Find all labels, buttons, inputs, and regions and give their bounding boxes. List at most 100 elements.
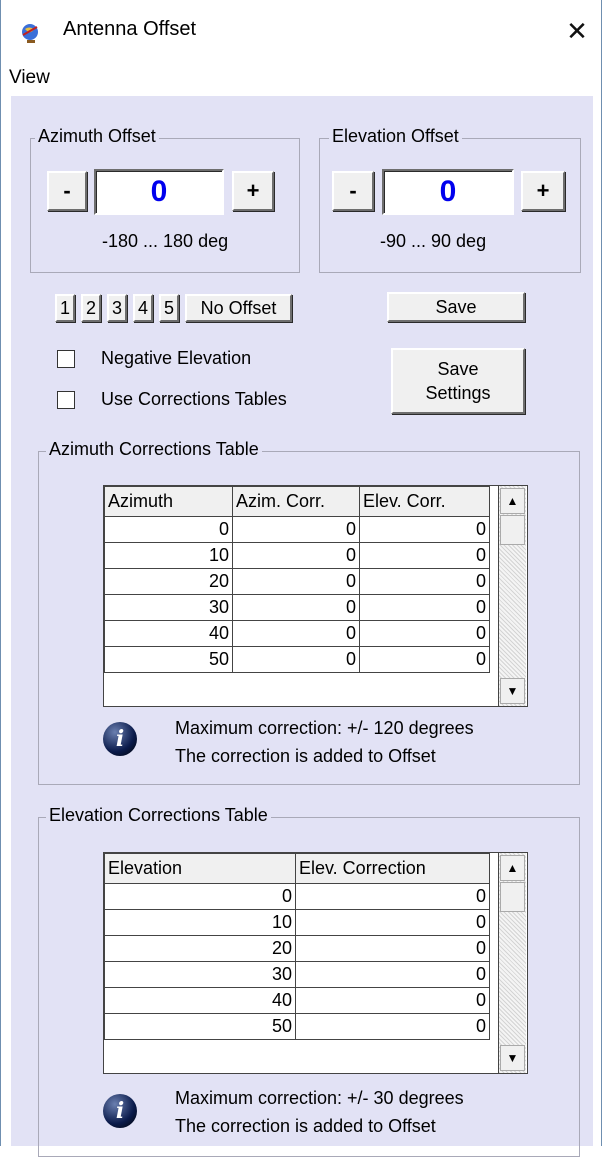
scroll-down-button[interactable]: ▼ bbox=[500, 678, 525, 704]
table-cell[interactable]: 0 bbox=[232, 568, 360, 595]
preset-2-button[interactable]: 2 bbox=[81, 294, 101, 322]
table-cell[interactable]: 0 bbox=[295, 1013, 490, 1040]
save-settings-button[interactable]: Save Settings bbox=[391, 348, 525, 414]
scroll-up-button[interactable]: ▲ bbox=[500, 855, 525, 881]
scroll-thumb[interactable] bbox=[500, 515, 525, 545]
save-button[interactable]: Save bbox=[387, 292, 525, 322]
use-corrections-tables-checkbox[interactable] bbox=[57, 391, 75, 409]
elevation-corrections-group: Elevation Corrections Table Elevation El… bbox=[38, 805, 580, 1157]
elevation-corrections-table: Elevation Elev. Correction 00 10 0 20 0 30… bbox=[104, 853, 490, 1040]
elevation-increment-button[interactable]: + bbox=[521, 171, 565, 211]
table-cell[interactable]: 0 bbox=[359, 594, 490, 621]
table-row[interactable]: 30 0 bbox=[104, 961, 490, 988]
info-icon: i bbox=[103, 722, 137, 756]
title-bar[interactable]: Antenna Offset ✕ bbox=[1, 0, 601, 62]
azimuth-decrement-button[interactable]: - bbox=[47, 171, 87, 211]
azimuth-value-field[interactable]: 0 bbox=[94, 169, 224, 215]
use-corrections-row[interactable]: Use Corrections Tables bbox=[57, 389, 357, 413]
table-cell[interactable]: 0 bbox=[104, 883, 296, 910]
preset-row: 1 2 3 4 5 No Offset bbox=[55, 294, 375, 324]
table-cell[interactable]: 50 bbox=[104, 646, 233, 673]
table-cell[interactable]: 0 bbox=[295, 909, 490, 936]
save-settings-line1: Save bbox=[437, 359, 479, 379]
table-row[interactable]: 40 0 0 bbox=[104, 620, 490, 647]
table-cell[interactable]: 0 bbox=[232, 620, 360, 647]
table-row[interactable]: 20 0 bbox=[104, 935, 490, 962]
elevation-range-text: -90 ... 90 deg bbox=[380, 231, 487, 251]
table-cell[interactable]: 40 bbox=[104, 987, 296, 1014]
table-cell[interactable]: 10 bbox=[104, 542, 233, 569]
scroll-thumb[interactable] bbox=[500, 882, 525, 912]
elevation-info-line1: Maximum correction: +/- 30 degrees bbox=[175, 1088, 464, 1108]
elevation-decrement-button[interactable]: - bbox=[332, 171, 374, 211]
elevation-offset-group: Elevation Offset - 0 + -90 ... 90 deg bbox=[319, 126, 581, 273]
table-cell[interactable]: 0 bbox=[295, 935, 490, 962]
arrow-down-icon: ▼ bbox=[506, 684, 519, 698]
scroll-up-button[interactable]: ▲ bbox=[500, 488, 525, 514]
table-cell[interactable]: 0 bbox=[232, 594, 360, 621]
table-row[interactable]: 20 0 0 bbox=[104, 568, 490, 595]
table-cell[interactable]: 30 bbox=[104, 961, 296, 988]
elevation-value-field[interactable]: 0 bbox=[382, 169, 514, 215]
elevation-info-text: Maximum correction: +/- 30 degrees The c… bbox=[175, 1084, 464, 1140]
azimuth-offset-group: Azimuth Offset - 0 + -180 ... 180 deg bbox=[30, 126, 300, 273]
negative-elevation-checkbox[interactable] bbox=[57, 350, 75, 368]
table-cell[interactable]: 20 bbox=[104, 568, 233, 595]
azimuth-corrections-table: Azimuth Azim. Corr. Elev. Corr. 000 10 0 0… bbox=[104, 486, 490, 673]
elevation-corrections-grid[interactable]: Elevation Elev. Correction 00 10 0 20 0 30… bbox=[103, 852, 528, 1074]
use-corrections-tables-label: Use Corrections Tables bbox=[101, 389, 287, 409]
azimuth-range-text: -180 ... 180 deg bbox=[102, 231, 229, 251]
arrow-down-icon: ▼ bbox=[506, 1051, 519, 1065]
column-header[interactable]: Elev. Corr. bbox=[359, 486, 490, 517]
table-cell[interactable]: 50 bbox=[104, 1013, 296, 1040]
table-cell[interactable]: 10 bbox=[104, 909, 296, 936]
preset-4-button[interactable]: 4 bbox=[133, 294, 153, 322]
table-cell[interactable]: 20 bbox=[104, 935, 296, 962]
table-cell[interactable]: 0 bbox=[232, 542, 360, 569]
table-row[interactable]: 40 0 bbox=[104, 987, 490, 1014]
table-cell[interactable]: 0 bbox=[295, 883, 490, 910]
close-button[interactable]: ✕ bbox=[561, 14, 593, 48]
antenna-globe-icon bbox=[22, 24, 38, 43]
preset-3-button[interactable]: 3 bbox=[107, 294, 127, 322]
table-cell[interactable]: 0 bbox=[232, 516, 360, 543]
table-cell[interactable]: 0 bbox=[104, 516, 233, 543]
column-header[interactable]: Azim. Corr. bbox=[232, 486, 360, 517]
azimuth-corrections-label: Azimuth Corrections Table bbox=[46, 439, 262, 460]
preset-5-button[interactable]: 5 bbox=[159, 294, 179, 322]
table-row[interactable]: 50 0 0 bbox=[104, 646, 490, 673]
antenna-offset-window: Antenna Offset ✕ View Azimuth Offset - 0… bbox=[0, 0, 602, 1157]
menu-bar: View bbox=[1, 62, 601, 94]
table-row[interactable]: 50 0 bbox=[104, 1013, 490, 1040]
table-row[interactable]: 00 bbox=[104, 883, 490, 910]
table-cell[interactable]: 30 bbox=[104, 594, 233, 621]
azimuth-info-text: Maximum correction: +/- 120 degrees The … bbox=[175, 714, 474, 770]
table-row[interactable]: 10 0 0 bbox=[104, 542, 490, 569]
table-cell[interactable]: 0 bbox=[359, 646, 490, 673]
table-cell[interactable]: 0 bbox=[359, 542, 490, 569]
column-header[interactable]: Elevation bbox=[104, 853, 296, 884]
table-cell[interactable]: 0 bbox=[295, 987, 490, 1014]
column-header[interactable]: Elev. Correction bbox=[295, 853, 490, 884]
column-header[interactable]: Azimuth bbox=[104, 486, 233, 517]
table-cell[interactable]: 0 bbox=[295, 961, 490, 988]
no-offset-button[interactable]: No Offset bbox=[185, 294, 292, 322]
menu-view[interactable]: View bbox=[9, 67, 50, 89]
table-row[interactable]: 000 bbox=[104, 516, 490, 543]
elevation-corrections-label: Elevation Corrections Table bbox=[46, 805, 271, 826]
preset-1-button[interactable]: 1 bbox=[55, 294, 75, 322]
azimuth-increment-button[interactable]: + bbox=[232, 171, 274, 211]
table-row[interactable]: 30 0 0 bbox=[104, 594, 490, 621]
azimuth-corrections-grid[interactable]: Azimuth Azim. Corr. Elev. Corr. 000 10 0 0… bbox=[103, 485, 528, 707]
table-cell[interactable]: 0 bbox=[232, 646, 360, 673]
table-cell[interactable]: 0 bbox=[359, 516, 490, 543]
save-settings-line2: Settings bbox=[425, 383, 491, 403]
negative-elevation-row[interactable]: Negative Elevation bbox=[57, 348, 357, 372]
scroll-down-button[interactable]: ▼ bbox=[500, 1045, 525, 1071]
azimuth-table-scrollbar[interactable]: ▲ ▼ bbox=[498, 486, 526, 706]
elevation-table-scrollbar[interactable]: ▲ ▼ bbox=[498, 853, 526, 1073]
table-cell[interactable]: 0 bbox=[359, 568, 490, 595]
table-cell[interactable]: 0 bbox=[359, 620, 490, 647]
table-row[interactable]: 10 0 bbox=[104, 909, 490, 936]
table-cell[interactable]: 40 bbox=[104, 620, 233, 647]
